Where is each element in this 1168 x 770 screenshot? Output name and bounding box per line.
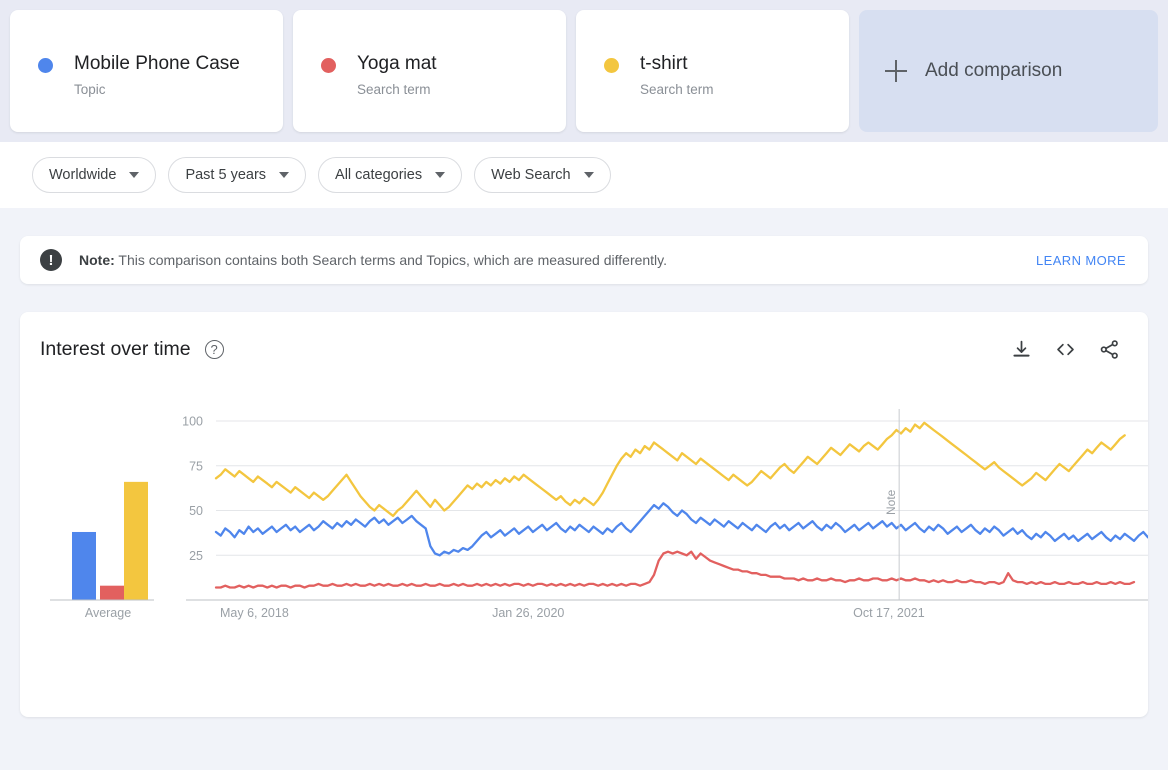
x-tick-label: Oct 17, 2021: [853, 606, 925, 620]
interest-over-time-card: Interest over time ? Average 25 50 75 10…: [20, 312, 1148, 717]
filter-time-range[interactable]: Past 5 years: [168, 157, 307, 193]
filter-time-range-label: Past 5 years: [185, 167, 267, 183]
x-tick-label: May 6, 2018: [220, 606, 289, 620]
comparison-card-subtitle: Topic: [74, 82, 106, 97]
chart-plot-area: Average 25 50 75 100 Note May 6, 2018 Jan 26, 2…: [20, 407, 1148, 697]
comparison-card-title: Mobile Phone Case: [74, 53, 240, 74]
y-tick-label: 100: [182, 415, 203, 429]
filter-location[interactable]: Worldwide: [32, 157, 157, 193]
chevron-down-icon: [279, 172, 290, 178]
interest-over-time-chart[interactable]: Average 25 50 75 100 Note May 6, 2018 Jan 26, 2…: [20, 407, 1148, 697]
comparison-cards-row: Mobile Phone Case Topic Yoga mat Search …: [10, 10, 1158, 132]
comparison-card-subtitle: Search term: [357, 82, 431, 97]
chart-card-wrap: Interest over time ? Average 25 50 75 10…: [0, 284, 1168, 717]
help-circle-icon[interactable]: ?: [204, 340, 224, 359]
embed-code-icon[interactable]: [1054, 339, 1077, 360]
add-comparison-button[interactable]: Add comparison: [859, 10, 1158, 132]
chevron-down-icon: [435, 172, 446, 178]
series-line: [214, 502, 1148, 557]
filter-category[interactable]: All categories: [318, 157, 463, 193]
annotation-label: Note: [884, 489, 898, 515]
top-zone: Mobile Phone Case Topic Yoga mat Search …: [0, 0, 1168, 208]
filter-category-label: All categories: [335, 167, 423, 183]
chart-header: Interest over time ?: [20, 312, 1148, 361]
series-dot-icon: [321, 58, 336, 73]
y-tick-label: 75: [189, 459, 203, 473]
comparison-card-2[interactable]: t-shirt Search term: [576, 10, 849, 132]
add-comparison-label: Add comparison: [925, 60, 1063, 81]
plus-icon: [885, 60, 907, 82]
page-title: Interest over time: [40, 338, 191, 360]
series-line: [214, 421, 1126, 518]
comparison-card-1[interactable]: Yoga mat Search term: [293, 10, 566, 132]
note-banner-wrap: ! Note: This comparison contains both Se…: [0, 208, 1168, 284]
chevron-down-icon: [129, 172, 140, 178]
comparison-card-title: t-shirt: [640, 53, 688, 74]
share-icon[interactable]: [1099, 339, 1120, 360]
chart-actions: [1011, 339, 1120, 360]
average-bar: [72, 531, 96, 600]
y-tick-label: 25: [189, 549, 203, 563]
filter-search-type-label: Web Search: [491, 167, 571, 183]
series-dot-icon: [604, 58, 619, 73]
learn-more-link[interactable]: LEARN MORE: [1036, 253, 1126, 268]
note-text: Note: This comparison contains both Sear…: [79, 252, 667, 268]
comparison-card-0[interactable]: Mobile Phone Case Topic: [10, 10, 283, 132]
comparison-card-title: Yoga mat: [357, 53, 437, 74]
average-bar: [100, 585, 124, 600]
average-bar: [124, 481, 148, 600]
average-label: Average: [85, 606, 131, 620]
filter-search-type[interactable]: Web Search: [474, 157, 611, 193]
series-line: [214, 550, 1136, 589]
note-banner: ! Note: This comparison contains both Se…: [20, 236, 1148, 284]
filter-bar: Worldwide Past 5 years All categories We…: [0, 142, 1168, 208]
x-tick-label: Jan 26, 2020: [492, 606, 564, 620]
series-dot-icon: [38, 58, 53, 73]
note-label: Note:: [79, 252, 115, 268]
exclamation-icon: !: [40, 249, 62, 271]
download-icon[interactable]: [1011, 339, 1032, 360]
note-body: This comparison contains both Search ter…: [114, 252, 668, 268]
y-tick-label: 50: [189, 504, 203, 518]
filter-location-label: Worldwide: [49, 167, 117, 183]
comparison-card-subtitle: Search term: [640, 82, 714, 97]
chevron-down-icon: [583, 172, 594, 178]
